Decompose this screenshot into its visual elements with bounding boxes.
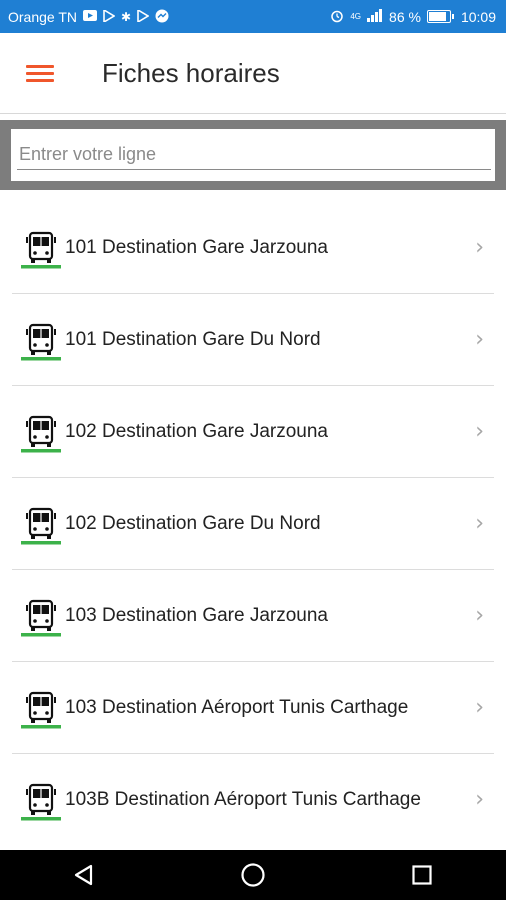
- route-label: 103 Destination Gare Jarzouna: [65, 605, 328, 626]
- chevron-right-icon: ›: [475, 419, 484, 444]
- chevron-right-icon: ›: [475, 787, 484, 812]
- route-label: 102 Destination Gare Jarzouna: [65, 421, 328, 442]
- chevron-right-icon: ›: [475, 695, 484, 720]
- route-list-item[interactable]: 103 Destination Aéroport Tunis Carthage …: [0, 662, 506, 754]
- page-title: Fiches horaires: [102, 57, 280, 88]
- route-list: 101 Destination Gare Jarzouna › 101 Dest…: [0, 202, 506, 846]
- bus-icon: [20, 507, 62, 545]
- messenger-icon: [155, 9, 169, 25]
- search-box: [11, 129, 495, 181]
- route-label: 101 Destination Gare Jarzouna: [65, 237, 328, 258]
- battery-icon: [426, 10, 454, 23]
- home-icon[interactable]: [223, 850, 283, 900]
- recents-icon[interactable]: [392, 850, 452, 900]
- route-label: 103B Destination Aéroport Tunis Carthage: [65, 789, 421, 810]
- bus-icon: [20, 323, 62, 361]
- search-container: [0, 120, 506, 190]
- route-list-item[interactable]: 102 Destination Gare Du Nord ›: [0, 478, 506, 570]
- carrier-name: Orange TN: [8, 8, 77, 25]
- clock: 10:09: [460, 8, 496, 25]
- bus-icon: [20, 415, 62, 453]
- app-bar: Fiches horaires: [0, 33, 506, 113]
- route-list-item[interactable]: 103B Destination Aéroport Tunis Carthage…: [0, 754, 506, 846]
- route-list-item[interactable]: 102 Destination Gare Jarzouna ›: [0, 386, 506, 478]
- play-store-icon-2: [137, 8, 150, 24]
- system-nav-bar: [0, 850, 506, 900]
- app-bar-divider: [0, 113, 506, 114]
- route-list-item[interactable]: 103 Destination Gare Jarzouna ›: [0, 570, 506, 662]
- chevron-right-icon: ›: [475, 603, 484, 628]
- battery-percent: 86 %: [389, 8, 421, 25]
- chevron-right-icon: ›: [475, 235, 484, 260]
- snowflake-icon: ✱: [121, 9, 132, 24]
- route-label: 102 Destination Gare Du Nord: [65, 513, 321, 534]
- bus-icon: [20, 783, 62, 821]
- chevron-right-icon: ›: [475, 327, 484, 352]
- status-right: 4G 86 % 10:09: [330, 9, 506, 25]
- line-search-input[interactable]: [17, 139, 491, 170]
- route-label: 103 Destination Aéroport Tunis Carthage: [65, 697, 409, 718]
- network-type-label: 4G: [350, 11, 362, 21]
- bus-icon: [20, 599, 62, 637]
- status-bar: Orange TN ✱ 4G 86 % 10:09: [0, 0, 506, 33]
- play-store-icon: [103, 8, 116, 24]
- signal-icon: [367, 9, 383, 24]
- youtube-icon: [83, 10, 97, 23]
- route-label: 101 Destination Gare Du Nord: [65, 329, 321, 350]
- bus-icon: [20, 691, 62, 729]
- chevron-right-icon: ›: [475, 511, 484, 536]
- route-list-item[interactable]: 101 Destination Gare Du Nord ›: [0, 294, 506, 386]
- back-icon[interactable]: [54, 850, 114, 900]
- bus-icon: [20, 231, 62, 269]
- alarm-icon: [330, 9, 344, 25]
- hamburger-menu-icon[interactable]: [26, 63, 54, 83]
- status-left: Orange TN ✱: [0, 8, 169, 25]
- route-list-item[interactable]: 101 Destination Gare Jarzouna ›: [0, 202, 506, 294]
